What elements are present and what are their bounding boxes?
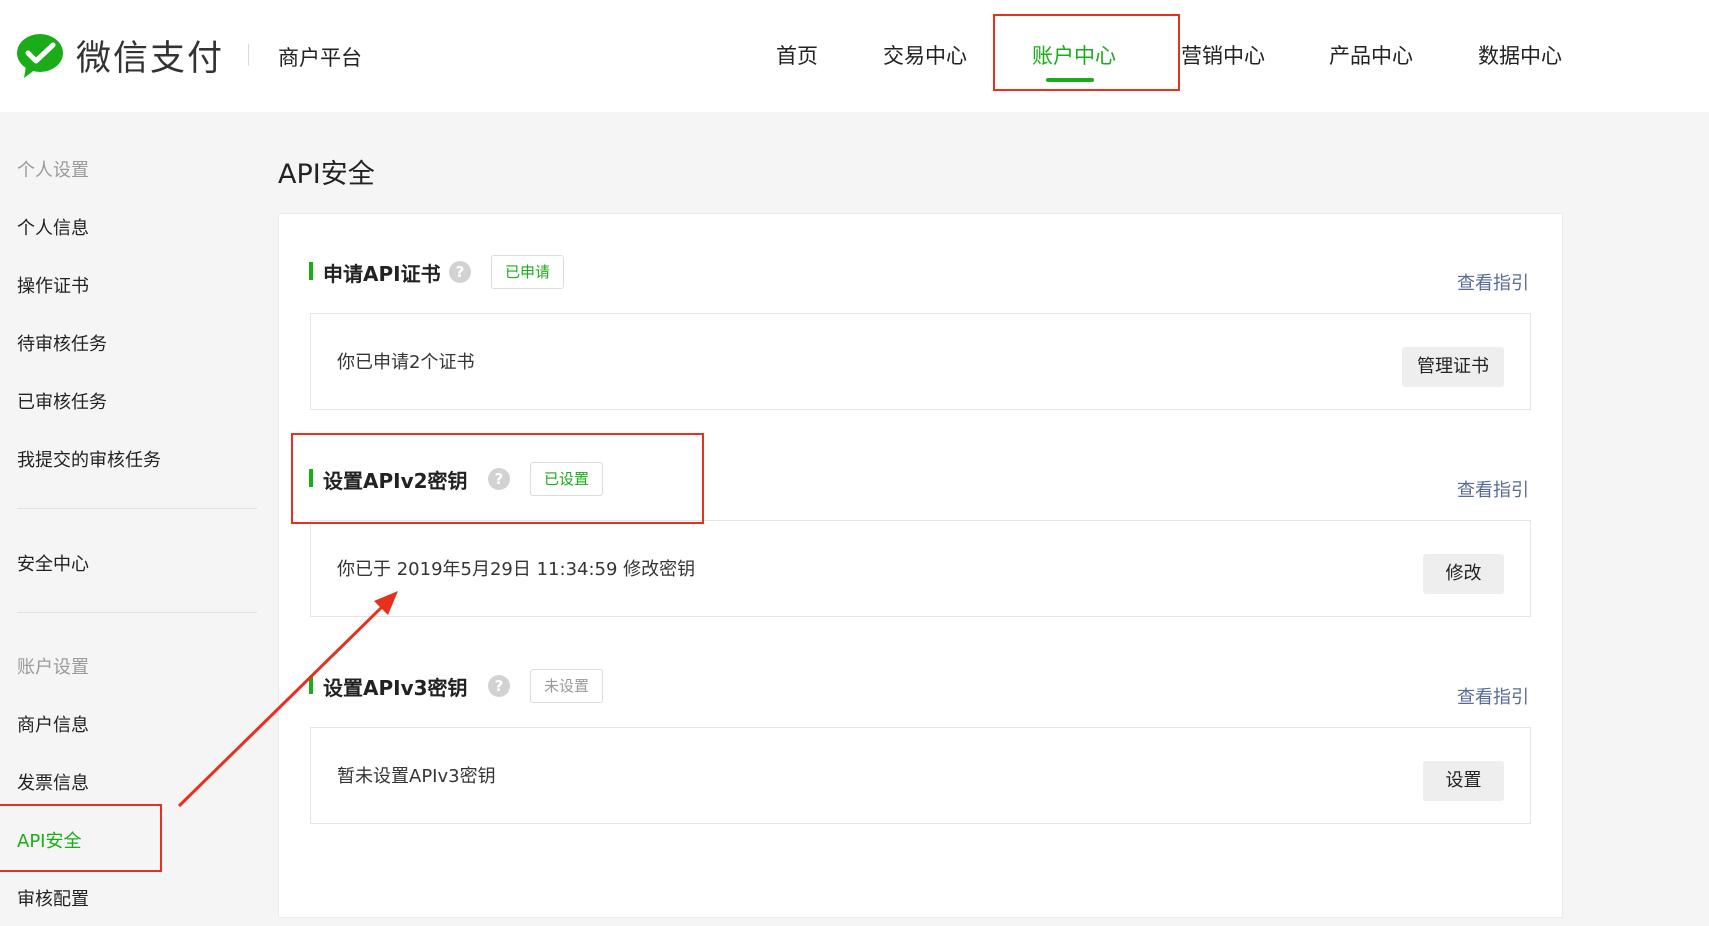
- annotation-arrow: [177, 591, 398, 808]
